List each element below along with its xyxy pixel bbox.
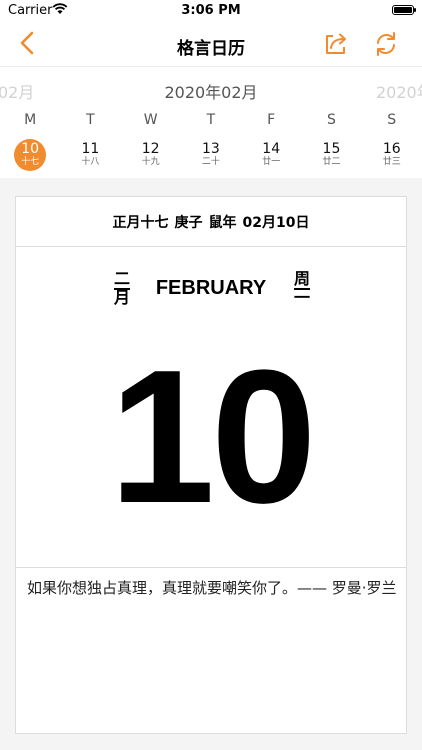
solar-date: 02月10日 [242,214,310,231]
day-row: 10 十七 11 十八 12 十九 13 二十 14 廿一 15 廿二 16 廿… [0,139,422,171]
day-lunar-label: 廿二 [322,157,341,167]
weekday-label: S [387,112,397,128]
day-lunar-label: 二十 [201,157,220,167]
page-title: 格言日历 [177,39,245,59]
divider [16,567,406,568]
day-number-large: 10 [109,331,316,543]
zodiac-year: 鼠年 [208,214,237,231]
day-lunar-label: 十八 [81,157,100,167]
day-number: 12 [141,141,160,157]
month-name: FEBRUARY [155,277,267,299]
day-cell[interactable]: 13 二十 [181,139,241,171]
day-number: 10 [21,141,40,157]
status-bar: Carrier 3:06 PM [0,0,422,22]
calendar-page-card: 正月十七 庚子 鼠年 02月10日 二 月 FEBRUARY 周 一 10 如果… [15,196,407,734]
back-icon[interactable] [16,30,40,56]
day-cell[interactable]: 12 十九 [121,139,181,171]
day-lunar-label: 十九 [141,157,160,167]
refresh-icon[interactable] [372,30,400,58]
day-number: 14 [262,141,281,157]
quote-text: 如果你想独占真理，真理就要嘲笑你了。—— 罗曼·罗兰 [27,579,397,597]
weekday-label: T [86,112,95,128]
weekday-label: F [267,112,276,128]
share-icon[interactable] [322,30,350,58]
lunar-date-line: 正月十七 庚子 鼠年 02月10日 [16,197,406,247]
day-number: 13 [202,141,220,157]
day-cell[interactable]: 15 廿二 [301,139,361,171]
week-calendar-strip[interactable]: 年02月 2020年02月 2020年 M T W T F S S 10 十七 … [0,66,422,178]
day-cell[interactable]: 16 廿三 [362,139,422,171]
weekday-label: W [143,112,158,128]
day-cell-selected[interactable]: 10 十七 [0,139,60,171]
weekday-label: M [24,112,37,128]
weekday-top: 周 [294,269,311,290]
weekday-label: T [206,112,216,128]
day-lunar-label: 廿三 [382,157,401,167]
day-lunar-label: 廿一 [262,157,281,167]
day-number: 11 [81,141,100,157]
day-cell[interactable]: 14 廿一 [241,139,301,171]
weekday-header-row: M T W T F S S [0,112,422,128]
weekday-label: S [327,112,336,128]
weekday-bottom: 一 [294,288,311,307]
next-month-label[interactable]: 2020年 [376,79,422,103]
ganzhi-year: 庚子 [174,214,203,231]
day-cell[interactable]: 11 十八 [60,139,120,171]
lunar-date: 正月十七 [112,214,169,231]
battery-icon [392,5,416,15]
nav-bar: 格言日历 [0,22,422,66]
clock: 3:06 PM [181,3,241,18]
day-lunar-label: 十七 [21,157,40,167]
current-month-label: 2020年02月 [164,83,258,102]
day-number: 16 [382,141,401,157]
day-number: 15 [322,141,341,157]
